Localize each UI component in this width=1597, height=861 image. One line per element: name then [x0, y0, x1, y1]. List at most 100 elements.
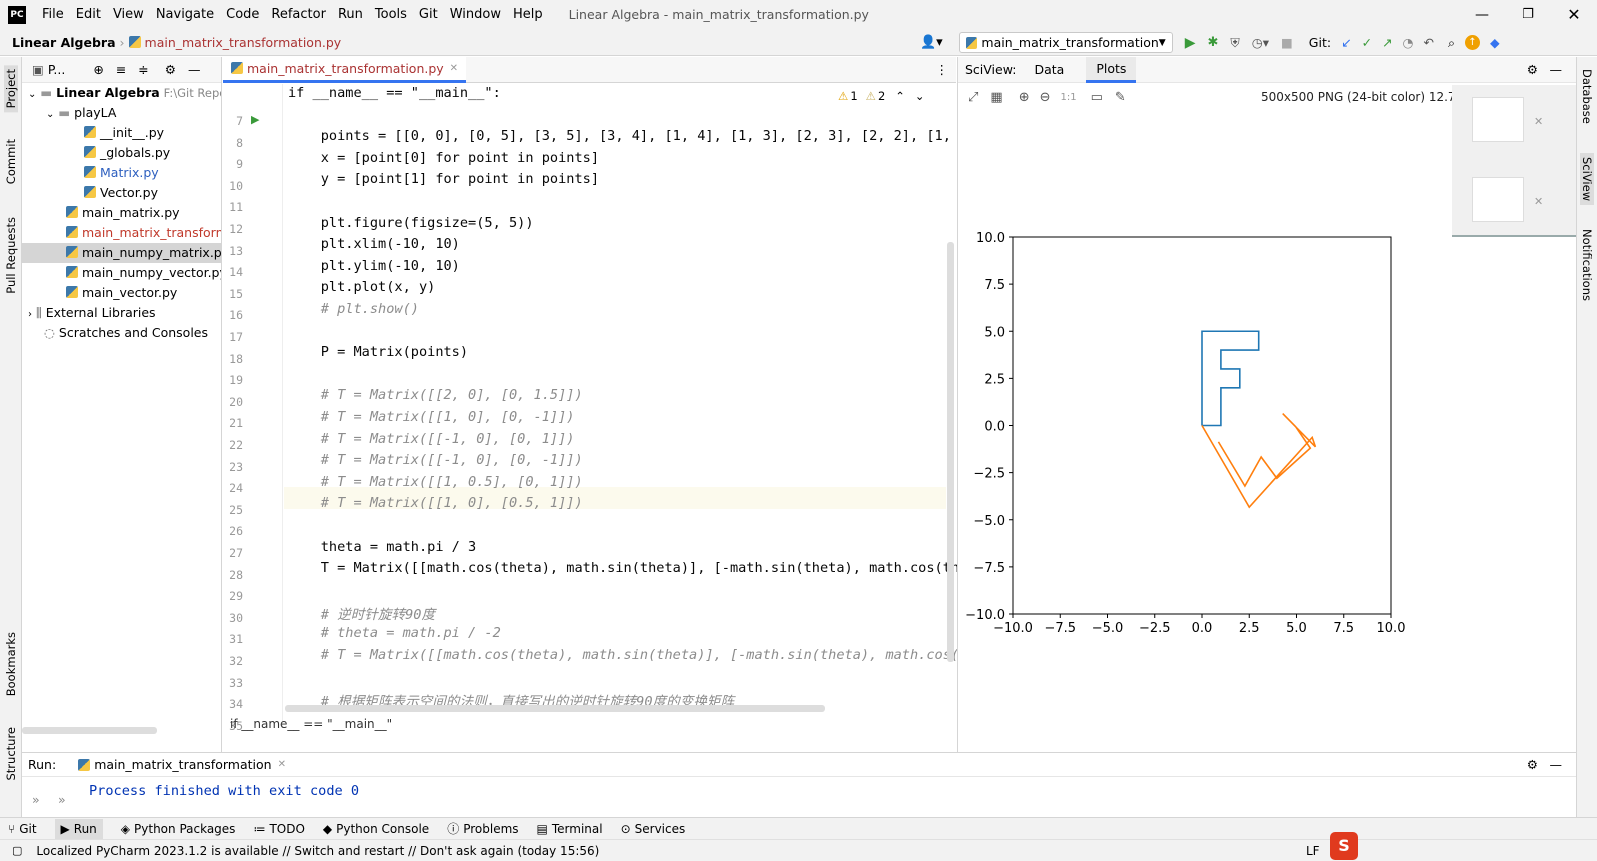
- bottom-tab-services[interactable]: ⊙ Services: [621, 822, 686, 836]
- code-line[interactable]: # T = Matrix([[1, 0.5], [0, 1]]): [288, 474, 583, 490]
- chevron-up-icon[interactable]: ⌃: [895, 89, 905, 103]
- collapse-all-icon[interactable]: ≡: [116, 62, 126, 77]
- horizontal-scrollbar[interactable]: [22, 727, 157, 734]
- run-gutter-icon[interactable]: ▶: [251, 113, 259, 126]
- background-icon[interactable]: ▭: [1091, 90, 1103, 105]
- bottom-tab-todo[interactable]: ≔ TODO: [253, 822, 304, 836]
- code-line[interactable]: # T = Matrix([[1, 0], [0.5, 1]]): [288, 495, 583, 511]
- notifications-tool-tab[interactable]: Notifications: [1580, 229, 1594, 301]
- code-line[interactable]: y = [point[1] for point in points]: [288, 171, 599, 187]
- tree-file[interactable]: main_matrix_transformation.py: [22, 223, 221, 243]
- bottom-tab-git[interactable]: ⑂ Git: [8, 822, 37, 836]
- tree-file[interactable]: main_vector.py: [22, 283, 221, 303]
- code-line[interactable]: # 逆时针旋转90度: [288, 603, 435, 623]
- run-config-select[interactable]: main_matrix_transformation ▼: [958, 32, 1173, 53]
- close-tab-icon[interactable]: ✕: [278, 759, 286, 770]
- search-icon[interactable]: ⌕: [1448, 35, 1455, 51]
- sciview-tab-data[interactable]: Data: [1034, 62, 1064, 77]
- line-separator[interactable]: LF: [1306, 844, 1320, 858]
- color-picker-icon[interactable]: ✎: [1115, 90, 1126, 105]
- menu-item-run[interactable]: Run: [338, 7, 363, 22]
- code-line[interactable]: x = [point[0] for point in points]: [288, 150, 599, 166]
- project-panel-title[interactable]: P...: [48, 62, 66, 77]
- fit-icon[interactable]: ⤢: [968, 90, 978, 105]
- bottom-tab-terminal[interactable]: ▤ Terminal: [537, 822, 603, 836]
- rollback-icon[interactable]: ↶: [1423, 35, 1433, 50]
- close-thumbnail-icon[interactable]: ✕: [1534, 115, 1543, 128]
- database-tool-tab[interactable]: Database: [1580, 69, 1594, 124]
- sciview-tab-plots[interactable]: Plots: [1086, 56, 1137, 83]
- close-thumbnail-icon[interactable]: ✕: [1534, 195, 1543, 208]
- commit-tool-tab[interactable]: Commit: [4, 139, 18, 184]
- git-commit-icon[interactable]: ✓: [1362, 35, 1372, 50]
- gear-icon[interactable]: ⚙: [165, 62, 176, 77]
- menu-item-window[interactable]: Window: [450, 7, 501, 22]
- maximize-button[interactable]: ❐: [1505, 7, 1551, 22]
- code-line[interactable]: points = [[0, 0], [0, 5], [3, 5], [3, 4]…: [288, 128, 968, 144]
- structure-tool-tab[interactable]: Structure: [4, 727, 18, 781]
- minimize-button[interactable]: —: [1459, 7, 1505, 23]
- expand-icon[interactable]: »: [58, 792, 66, 807]
- code-line[interactable]: if __name__ == "__main__":: [288, 85, 501, 101]
- run-tab[interactable]: main_matrix_transformation: [94, 757, 271, 772]
- profile-icon[interactable]: ◷▾: [1252, 35, 1269, 50]
- zoom-out-icon[interactable]: ⊖: [1040, 90, 1051, 105]
- editor-tab-active[interactable]: main_matrix_transformation.py ✕: [223, 56, 467, 83]
- code-line[interactable]: # T = Matrix([[-1, 0], [0, 1]]): [288, 431, 575, 447]
- locate-icon[interactable]: ⊕: [93, 62, 103, 77]
- code-line[interactable]: # theta = math.pi / -2: [288, 625, 501, 641]
- user-icon[interactable]: 👤▾: [920, 35, 943, 50]
- jetbrains-logo-icon[interactable]: ◆: [1490, 35, 1500, 50]
- expand-icon[interactable]: »: [32, 792, 40, 807]
- code-line[interactable]: # T = Matrix([[-1, 0], [0, -1]]): [288, 452, 583, 468]
- history-icon[interactable]: ◔: [1403, 35, 1414, 50]
- code-line[interactable]: plt.plot(x, y): [288, 279, 436, 295]
- tree-file[interactable]: _globals.py: [22, 143, 221, 163]
- code-line[interactable]: # plt.show(): [288, 301, 419, 317]
- inspection-widget[interactable]: ⚠ 1 ⚠ 2 ⌃ ⌄: [838, 89, 925, 103]
- code-line[interactable]: # T = Matrix([[2, 0], [0, 1.5]]): [288, 387, 583, 403]
- breadcrumb-project[interactable]: Linear Algebra: [12, 35, 116, 50]
- tree-file[interactable]: __init__.py: [22, 123, 221, 143]
- code-line[interactable]: theta = math.pi / 3: [288, 539, 477, 555]
- code-line[interactable]: P = Matrix(points): [288, 344, 468, 360]
- git-update-icon[interactable]: ↙: [1341, 35, 1351, 50]
- menu-item-refactor[interactable]: Refactor: [271, 7, 326, 22]
- bottom-tab-python-packages[interactable]: ◈ Python Packages: [121, 822, 236, 836]
- code-line[interactable]: # T = Matrix([[math.cos(theta), math.sin…: [288, 647, 976, 663]
- zoom-in-icon[interactable]: ⊕: [1019, 90, 1030, 105]
- tree-scratches[interactable]: ◌ Scratches and Consoles: [22, 323, 221, 343]
- gear-icon[interactable]: ⚙: [1527, 62, 1538, 77]
- breadcrumb-file[interactable]: main_matrix_transformation.py: [145, 35, 342, 50]
- menu-item-tools[interactable]: Tools: [375, 7, 407, 22]
- stop-icon[interactable]: ■: [1281, 35, 1293, 50]
- menu-item-file[interactable]: File: [42, 7, 64, 22]
- close-tab-icon[interactable]: ✕: [450, 63, 458, 74]
- bottom-tab-python-console[interactable]: ◆ Python Console: [323, 822, 429, 836]
- plot-thumbnail[interactable]: [1472, 97, 1524, 142]
- bottom-tab-problems[interactable]: ⓘ Problems: [447, 820, 518, 837]
- code-line[interactable]: # T = Matrix([[1, 0], [0, -1]]): [288, 409, 575, 425]
- coverage-icon[interactable]: ⛨: [1230, 35, 1239, 51]
- project-tool-tab[interactable]: Project: [4, 65, 18, 113]
- tree-root[interactable]: ⌄ ▬ Linear Algebra F:\Git Repo: [22, 83, 221, 103]
- hide-icon[interactable]: —: [1550, 62, 1563, 77]
- pull-requests-tool-tab[interactable]: Pull Requests: [4, 217, 18, 294]
- close-button[interactable]: ✕: [1551, 5, 1597, 24]
- vertical-scrollbar[interactable]: [947, 242, 954, 662]
- code-line[interactable]: plt.ylim(-10, 10): [288, 258, 460, 274]
- status-message[interactable]: Localized PyCharm 2023.1.2 is available …: [36, 844, 599, 858]
- notification-icon[interactable]: ▢: [12, 844, 22, 857]
- tree-external-libraries[interactable]: › ⫼ External Libraries: [22, 303, 221, 323]
- hide-icon[interactable]: —: [1550, 757, 1563, 772]
- bookmarks-tool-tab[interactable]: Bookmarks: [4, 632, 18, 696]
- menu-item-navigate[interactable]: Navigate: [156, 7, 214, 22]
- hide-icon[interactable]: —: [188, 62, 201, 77]
- code-line[interactable]: plt.figure(figsize=(5, 5)): [288, 215, 534, 231]
- gear-icon[interactable]: ⚙: [1527, 757, 1538, 772]
- bottom-tab-run[interactable]: ▶ Run: [54, 818, 103, 839]
- menu-item-help[interactable]: Help: [513, 7, 543, 22]
- git-push-icon[interactable]: ↗: [1382, 35, 1392, 50]
- sciview-tool-tab[interactable]: SciView: [1580, 153, 1594, 206]
- expand-all-icon[interactable]: ≑: [138, 62, 148, 77]
